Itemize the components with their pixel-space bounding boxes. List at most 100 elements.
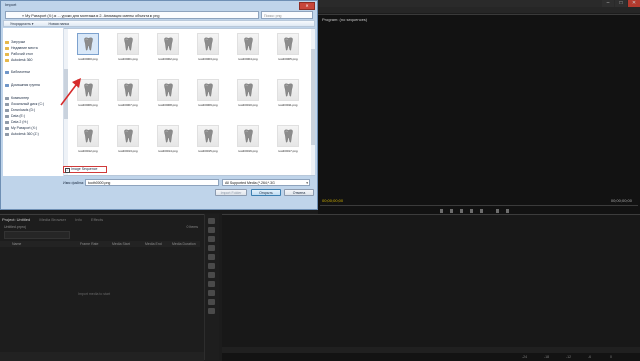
file-thumbnail[interactable] (237, 125, 259, 147)
tree-item[interactable]: My Passport (X:) (4, 126, 37, 130)
file-thumbnail[interactable] (197, 125, 219, 147)
file-thumbnail[interactable] (117, 33, 139, 55)
app-close-button[interactable]: ✕ (628, 0, 640, 7)
pen-tool-icon[interactable] (208, 290, 215, 296)
slip-tool-icon[interactable] (208, 272, 215, 278)
file-thumbnail[interactable] (277, 33, 299, 55)
rewind-icon[interactable] (450, 209, 453, 213)
file-tile[interactable]: tooth0011.png (271, 77, 305, 115)
hand-tool-icon[interactable] (208, 299, 215, 305)
file-thumbnail[interactable] (117, 125, 139, 147)
file-thumbnail[interactable] (157, 125, 179, 147)
tab-effects[interactable]: Effects (91, 217, 103, 222)
column-media-start[interactable]: Media Start (112, 241, 130, 247)
program-monitor-tab[interactable]: Program: (no sequences) (322, 17, 367, 22)
meter-scale-label: -6 (588, 355, 592, 359)
filename-input[interactable]: tooth0000.png (85, 179, 219, 186)
rate-stretch-tool-icon[interactable] (208, 254, 215, 260)
file-thumbnail[interactable] (157, 79, 179, 101)
address-bar[interactable]: « My Passport (X:) ▸ ... уроки для монта… (5, 11, 259, 19)
tree-item[interactable]: Недавние места (5, 46, 38, 50)
step-forward-icon[interactable] (480, 209, 483, 213)
file-thumbnail[interactable] (237, 33, 259, 55)
zoom-tool-icon[interactable] (208, 308, 215, 314)
column-name[interactable]: Name (12, 241, 21, 247)
minimize-button[interactable]: – (602, 0, 614, 7)
file-thumbnail[interactable] (277, 125, 299, 147)
tree-item[interactable]: Локальный диск (C:) (4, 102, 44, 106)
tree-item[interactable]: Библиотеки (5, 70, 30, 74)
window-controls: – □ ✕ (601, 0, 640, 7)
file-thumbnail[interactable] (197, 79, 219, 101)
file-tile[interactable]: tooth0004.png (231, 31, 265, 69)
slide-tool-icon[interactable] (208, 281, 215, 287)
new-folder-button[interactable]: Новая папка (49, 22, 69, 26)
image-sequence-checkbox[interactable]: ✓ Image Sequence (63, 166, 107, 173)
file-thumbnail[interactable] (237, 79, 259, 101)
file-thumbnail[interactable] (77, 125, 99, 147)
file-thumbnail[interactable] (117, 79, 139, 101)
file-thumbnail[interactable] (277, 79, 299, 101)
program-timecode[interactable]: 00;00;00;00 (322, 198, 343, 203)
file-tile[interactable]: tooth0001.png (111, 31, 145, 69)
play-icon[interactable] (460, 209, 463, 213)
tree-item[interactable]: Autodesk 360 (4, 58, 32, 62)
filetype-select[interactable]: All Supported Media (*.264;*.3G ▾ (222, 179, 310, 186)
chevron-down-icon[interactable]: ▾ (306, 180, 308, 186)
file-thumbnail[interactable] (197, 33, 219, 55)
step-back-icon[interactable] (440, 209, 443, 213)
file-tile[interactable]: tooth0009.png (191, 77, 225, 115)
tree-item[interactable]: Загрузки (4, 40, 25, 44)
file-tile[interactable]: tooth0016.png (231, 123, 265, 161)
rolling-edit-tool-icon[interactable] (208, 245, 215, 251)
tab-project[interactable]: Project: Untitled (2, 217, 30, 222)
tree-item[interactable]: Компьютер (4, 96, 29, 100)
tree-item[interactable]: Рабочий стол (5, 52, 33, 56)
file-thumbnail[interactable] (77, 33, 99, 55)
razor-tool-icon[interactable] (208, 263, 215, 269)
project-search-input[interactable] (4, 231, 70, 239)
extract-icon[interactable] (506, 209, 509, 213)
file-thumbnail[interactable] (157, 33, 179, 55)
ripple-edit-tool-icon[interactable] (208, 236, 215, 242)
meter-scale-label: -18 (544, 355, 550, 359)
file-tile[interactable]: tooth0015.png (191, 123, 225, 161)
file-tile[interactable]: tooth0008.png (151, 77, 185, 115)
tree-item[interactable]: Data 2 (H:) (4, 120, 28, 124)
dialog-close-button[interactable]: ✕ (299, 2, 315, 10)
column-frame-rate[interactable]: Frame Rate (80, 241, 98, 247)
forward-icon[interactable] (470, 209, 473, 213)
file-tile[interactable]: tooth0013.png (111, 123, 145, 161)
selection-tool-icon[interactable] (208, 218, 215, 224)
cancel-button[interactable]: Отмена (284, 189, 314, 196)
file-grid-scrollbar[interactable] (311, 29, 315, 175)
column-media-end[interactable]: Media End (145, 241, 162, 247)
organize-button[interactable]: Упорядочить ▾ (10, 22, 34, 26)
checkbox-check-icon[interactable]: ✓ (65, 168, 70, 173)
lift-icon[interactable] (496, 209, 499, 213)
file-tile[interactable]: tooth0012.png (71, 123, 105, 161)
file-tile[interactable]: tooth0000.png (71, 31, 105, 69)
file-tile[interactable]: tooth0002.png (151, 31, 185, 69)
column-media-duration[interactable]: Media Duration (172, 241, 196, 247)
file-grid-scroll-thumb[interactable] (311, 49, 315, 145)
dialog-search-input[interactable]: Поиск: png (261, 11, 313, 19)
file-tile[interactable]: tooth0003.png (191, 31, 225, 69)
file-tile[interactable]: tooth0010.png (231, 77, 265, 115)
open-button[interactable]: Открыть (251, 189, 281, 196)
file-tile[interactable]: tooth0017.png (271, 123, 305, 161)
file-tile[interactable]: tooth0014.png (151, 123, 185, 161)
tree-item[interactable]: Data (E:) (4, 114, 25, 118)
import-folder-button[interactable]: Import Folder (215, 189, 247, 196)
tree-item[interactable]: Autodesk 360 (Z:) (5, 132, 39, 136)
tree-item[interactable]: Домашняя группа (5, 83, 40, 87)
file-tile[interactable]: tooth0007.png (111, 77, 145, 115)
maximize-button[interactable]: □ (615, 0, 627, 7)
tab-info[interactable]: Info (75, 217, 82, 222)
import-dialog: Import ✕ « My Passport (X:) ▸ ... уроки … (0, 0, 318, 210)
tab-media-browser[interactable]: Media Browser (39, 217, 66, 222)
program-scrubber[interactable] (320, 205, 638, 206)
file-tile[interactable]: tooth0005.png (271, 31, 305, 69)
tree-item[interactable]: Downloads (D:) (4, 108, 35, 112)
track-select-tool-icon[interactable] (208, 227, 215, 233)
